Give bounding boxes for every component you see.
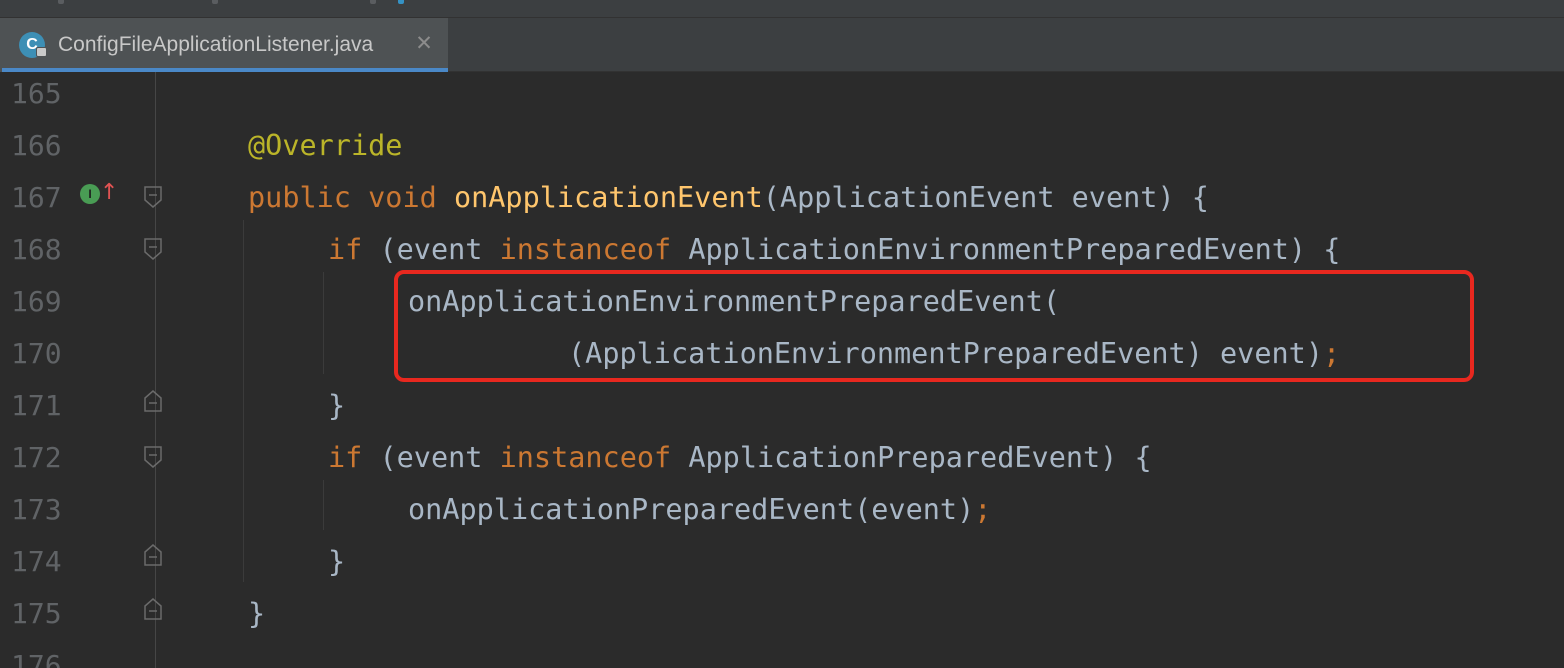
line-number: 174 bbox=[11, 545, 62, 578]
breadcrumb-separator bbox=[212, 0, 218, 4]
line-number: 175 bbox=[11, 597, 62, 630]
line-number: 172 bbox=[11, 441, 62, 474]
code-token: (event bbox=[362, 233, 500, 266]
line-number: 167 bbox=[11, 181, 62, 214]
breadcrumb-separator bbox=[370, 0, 376, 4]
code-text: } bbox=[328, 542, 345, 582]
code-token: instanceof bbox=[499, 233, 672, 266]
code-line[interactable]: 165 bbox=[0, 70, 1564, 122]
code-token: @Override bbox=[248, 129, 403, 162]
fold-end-icon[interactable] bbox=[144, 390, 162, 412]
code-line[interactable]: 167 public void onApplicationEvent(Applic… bbox=[0, 174, 1564, 226]
line-number: 170 bbox=[11, 337, 62, 370]
code-line[interactable]: 171} bbox=[0, 382, 1564, 434]
code-line[interactable]: 172 if (event instanceof ApplicationPrepa… bbox=[0, 434, 1564, 486]
code-text: } bbox=[248, 594, 265, 634]
editor-tab-bar: C ConfigFileApplicationListener.java ✕ bbox=[0, 18, 1564, 72]
code-token: if bbox=[328, 233, 363, 266]
fold-end-icon[interactable] bbox=[144, 544, 162, 566]
code-token: (event bbox=[362, 441, 500, 474]
breadcrumb-separator bbox=[58, 0, 64, 4]
tab-label: ConfigFileApplicationListener.java bbox=[58, 33, 374, 56]
implements-method-icon[interactable]: I ↑ bbox=[80, 180, 118, 210]
code-token: instanceof bbox=[499, 441, 672, 474]
up-arrow-icon: ↑ bbox=[100, 180, 119, 205]
code-line[interactable]: 175} bbox=[0, 590, 1564, 642]
line-number: 168 bbox=[11, 233, 62, 266]
code-text: if (event instanceof ApplicationPrepared… bbox=[328, 438, 1152, 478]
code-text: public void onApplicationEvent(Applicati… bbox=[248, 178, 1209, 218]
line-number: 165 bbox=[11, 77, 62, 110]
line-number: 169 bbox=[11, 285, 62, 318]
line-number: 173 bbox=[11, 493, 62, 526]
code-token: } bbox=[248, 597, 266, 630]
code-text: if (event instanceof ApplicationEnvironm… bbox=[328, 230, 1340, 270]
line-number: 171 bbox=[11, 389, 62, 422]
breadcrumb-class-icon bbox=[398, 0, 404, 4]
line-number: 166 bbox=[11, 129, 62, 162]
lock-icon bbox=[36, 47, 47, 57]
breadcrumb bbox=[0, 0, 1564, 18]
code-token: ApplicationPreparedEvent) { bbox=[671, 441, 1152, 474]
line-number: 176 bbox=[11, 649, 62, 668]
code-token: ; bbox=[974, 493, 992, 526]
code-token: } bbox=[328, 545, 346, 578]
code-token: void bbox=[368, 181, 437, 214]
code-token: ApplicationEnvironmentPreparedEvent) { bbox=[671, 233, 1341, 266]
code-line[interactable]: 174} bbox=[0, 538, 1564, 590]
highlight-annotation-box bbox=[394, 270, 1474, 382]
code-token: (ApplicationEvent event) { bbox=[762, 181, 1209, 214]
code-token: public bbox=[248, 181, 351, 214]
fold-start-icon[interactable] bbox=[144, 446, 162, 468]
fold-start-icon[interactable] bbox=[144, 186, 162, 208]
code-text: } bbox=[328, 386, 345, 426]
code-text: onApplicationPreparedEvent(event); bbox=[408, 490, 991, 530]
code-line[interactable]: 176 bbox=[0, 642, 1564, 668]
code-text: @Override bbox=[248, 126, 402, 166]
fold-start-icon[interactable] bbox=[144, 238, 162, 260]
java-class-icon: C bbox=[19, 32, 47, 58]
code-token: if bbox=[328, 441, 363, 474]
code-token: onApplicationPreparedEvent(event) bbox=[408, 493, 975, 526]
code-line[interactable]: 166 @Override bbox=[0, 122, 1564, 174]
code-token: onApplicationEvent bbox=[453, 181, 763, 214]
code-token: } bbox=[328, 389, 346, 422]
code-line[interactable]: 173 onApplicationPreparedEvent(event); bbox=[0, 486, 1564, 538]
close-icon[interactable]: ✕ bbox=[412, 31, 436, 55]
fold-end-icon[interactable] bbox=[144, 598, 162, 620]
tab-config-file-application-listener[interactable]: C ConfigFileApplicationListener.java ✕ bbox=[0, 18, 448, 72]
